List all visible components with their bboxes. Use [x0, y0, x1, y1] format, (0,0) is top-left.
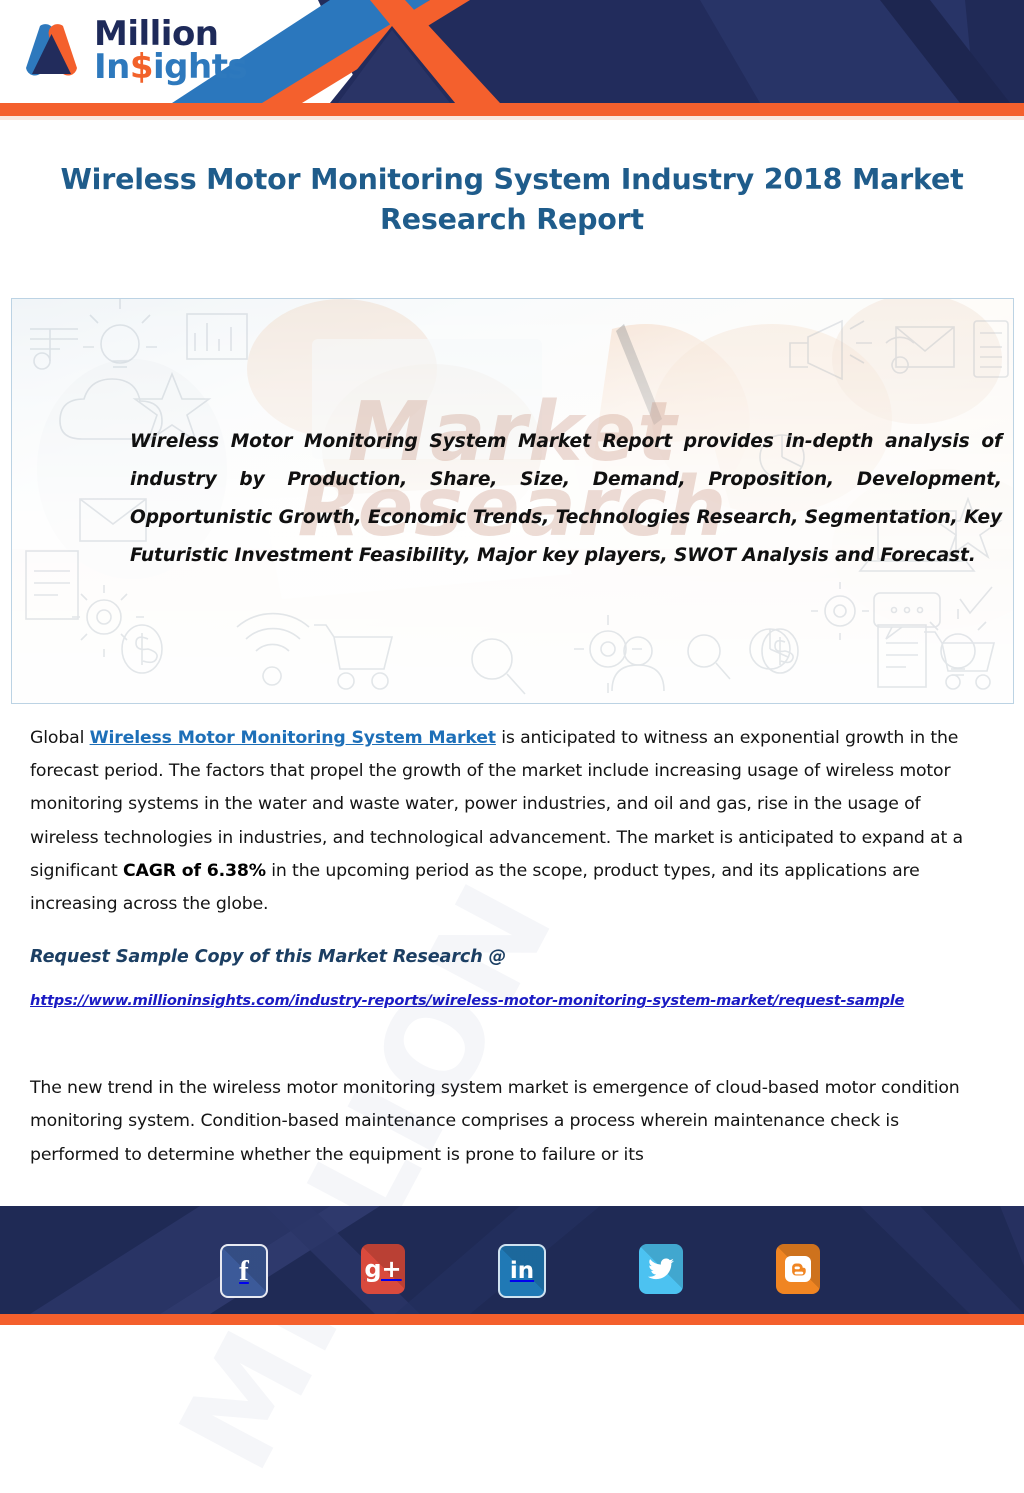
logo-insights-prefix: In: [94, 46, 130, 87]
brand-logo-text: Million In$ights: [94, 17, 248, 84]
hero-banner: Market Research Wireless Motor Monitoring…: [11, 298, 1014, 704]
request-sample-label: Request Sample Copy of this Market Resea…: [30, 947, 507, 968]
twitter-icon[interactable]: [639, 1244, 683, 1294]
document-icon: [30, 328, 78, 370]
dollar-icon: $: [129, 46, 154, 87]
magnifier-icon: [471, 638, 526, 695]
megaphone-icon: [789, 319, 872, 381]
social-links: f g+ in: [0, 1244, 1024, 1298]
bar-chart-icon: [186, 313, 248, 360]
shopping-cart-icon: [924, 631, 996, 690]
logo-insights-suffix: ights: [153, 46, 248, 87]
page-title: Wireless Motor Monitoring System Industr…: [60, 163, 964, 237]
target-icon: [574, 615, 642, 693]
million-insights-m-logo-icon: [26, 23, 77, 76]
wifi-icon: [236, 612, 310, 686]
gear-icon: [72, 585, 144, 657]
page-footer: f g+ in: [0, 1206, 1024, 1325]
blogger-icon[interactable]: [776, 1244, 820, 1294]
people-icon: [611, 636, 665, 692]
lightbulb-icon: [929, 609, 987, 676]
facebook-icon[interactable]: f: [220, 1244, 268, 1298]
intro-after-link: is anticipated to witness an exponential…: [30, 728, 963, 881]
request-sample-link[interactable]: https://www.millioninsights.com/industry…: [30, 992, 904, 1009]
gear-icon: [811, 582, 869, 640]
cagr-highlight: CAGR of 6.38%: [122, 860, 266, 881]
document-icon: [25, 550, 79, 620]
brand-logo[interactable]: Million In$ights: [18, 17, 248, 84]
calculator-icon: [973, 320, 1009, 378]
check-icon: [959, 586, 993, 615]
pie-chart-icon: [749, 628, 791, 670]
page-header: Million In$ights: [0, 0, 1024, 120]
logo-line-insights: In$ights: [94, 50, 248, 84]
intro-paragraph: Global Wireless Motor Monitoring System …: [30, 722, 992, 921]
main-content: MILLION Global Wireless Motor Monitoring…: [30, 722, 992, 1493]
shopping-cart-icon: [314, 624, 394, 690]
lightbulb-icon: [83, 299, 157, 368]
footer-orange-bar: [0, 1314, 1024, 1325]
magnifier-icon: [687, 634, 731, 680]
dollar-coin-icon: [121, 624, 163, 674]
trend-paragraph: The new trend in the wireless motor moni…: [30, 1078, 960, 1165]
envelope-icon: [895, 326, 955, 368]
linkedin-icon[interactable]: in: [498, 1244, 546, 1298]
document-icon: [877, 624, 927, 688]
intro-before-link: Global: [30, 728, 90, 748]
google-plus-icon[interactable]: g+: [361, 1244, 405, 1294]
market-report-link[interactable]: Wireless Motor Monitoring System Market: [90, 728, 496, 748]
banner-headline-text: Wireless Motor Monitoring System Market …: [130, 431, 1002, 567]
